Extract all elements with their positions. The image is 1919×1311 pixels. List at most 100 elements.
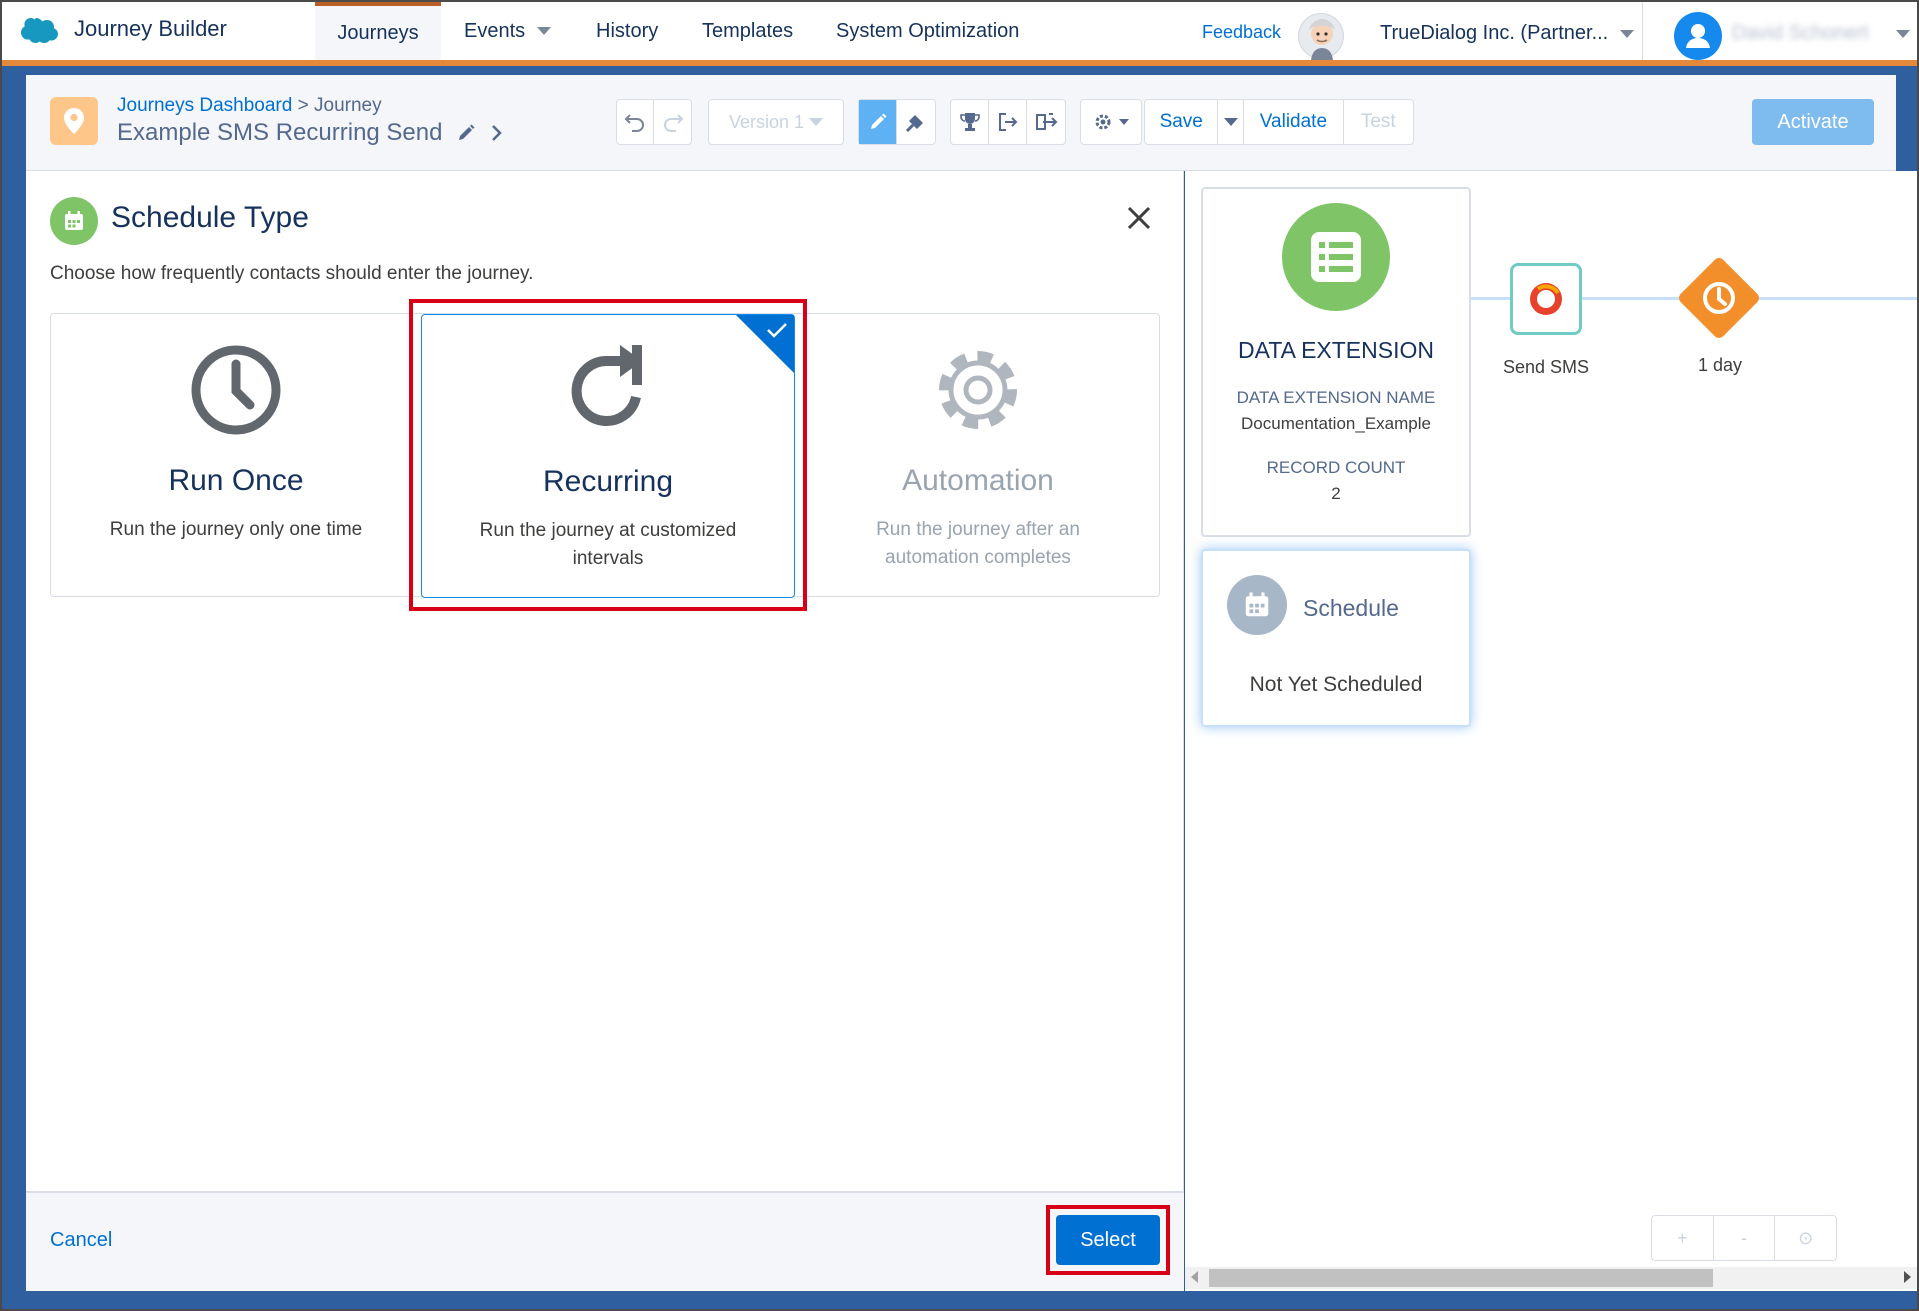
validate-button[interactable]: Validate: [1244, 100, 1344, 144]
de-name-value: Documentation_Example: [1241, 414, 1431, 433]
send-sms-activity[interactable]: [1510, 263, 1582, 335]
option-description: Run the journey only one time: [109, 519, 363, 540]
save-button[interactable]: Save: [1145, 100, 1219, 144]
highlight-select: [1046, 1205, 1170, 1275]
pencil-icon[interactable]: [456, 123, 476, 143]
nav-divider: [1642, 2, 1643, 60]
schedule-title: Schedule: [1303, 595, 1399, 621]
tab-label: Journeys: [337, 21, 419, 44]
pencil-icon: [870, 113, 886, 129]
breadcrumb-separator: >: [297, 95, 309, 116]
horizontal-scrollbar[interactable]: [1185, 1267, 1917, 1289]
chevron-down-icon: [1620, 29, 1635, 38]
global-nav: Journey Builder Journeys Events History …: [2, 2, 1917, 66]
reentry-icon: [1035, 113, 1058, 130]
edit-mode-button[interactable]: [859, 100, 898, 144]
panel-title: Schedule Type: [111, 201, 309, 234]
panel-subtitle: Choose how frequently contacts should en…: [50, 263, 534, 284]
chevron-down-icon: [537, 27, 552, 35]
app-window: Journey Builder Journeys Events History …: [0, 0, 1919, 1311]
einstein-avatar-icon[interactable]: [1298, 13, 1344, 60]
mode-toggle-group: [858, 99, 936, 145]
tab-journeys[interactable]: Journeys: [315, 2, 441, 60]
tab-label: System Optimization: [836, 19, 1020, 42]
settings-menu[interactable]: [1080, 99, 1142, 145]
user-name-text: David Schonert: [1732, 22, 1869, 44]
exit-icon: [998, 113, 1017, 131]
entry-source-card[interactable]: DATA EXTENSION DATA EXTENSION NAME Docum…: [1201, 187, 1471, 537]
user-name[interactable]: David Schonert: [1732, 22, 1869, 45]
test-label: Test: [1360, 111, 1396, 132]
validate-label: Validate: [1259, 111, 1328, 132]
app-brand[interactable]: Journey Builder: [20, 14, 227, 44]
reentry-button[interactable]: [1027, 100, 1065, 144]
save-label: Save: [1159, 111, 1203, 132]
redo-icon: [663, 114, 683, 132]
option-automation[interactable]: Automation Run the journey after an auto…: [795, 314, 1161, 598]
trophy-icon: [959, 113, 980, 131]
breadcrumb: Journeys Dashboard > Journey: [117, 95, 382, 117]
close-icon[interactable]: [1126, 203, 1152, 237]
undo-icon: [624, 114, 644, 132]
chevron-right-icon[interactable]: [490, 123, 504, 143]
cancel-button[interactable]: Cancel: [50, 1229, 112, 1252]
tab-history[interactable]: History: [574, 2, 680, 60]
activity-label: 1 day: [1697, 355, 1743, 375]
activate-button[interactable]: Activate: [1752, 99, 1874, 145]
undo-redo-group: [616, 99, 692, 145]
scroll-left-icon[interactable]: [1191, 1271, 1198, 1283]
save-menu-button[interactable]: [1218, 100, 1245, 144]
zoom-reset-button[interactable]: ⊙: [1775, 1216, 1836, 1260]
save-validate-group: Save Validate Test: [1144, 99, 1414, 145]
entry-source-title: DATA EXTENSION: [1238, 337, 1434, 363]
chevron-down-icon: [1119, 119, 1129, 125]
scrollbar-thumb[interactable]: [1209, 1269, 1713, 1287]
goal-button[interactable]: [951, 100, 990, 144]
schedule-card[interactable]: Schedule Not Yet Scheduled: [1201, 549, 1471, 727]
test-mode-button[interactable]: [897, 100, 935, 144]
tab-events[interactable]: Events: [442, 2, 573, 60]
scroll-right-icon[interactable]: [1904, 1271, 1911, 1283]
tab-label: Templates: [702, 19, 794, 42]
test-button[interactable]: Test: [1344, 100, 1413, 144]
chevron-down-icon[interactable]: [1896, 30, 1910, 38]
zoom-in-button[interactable]: +: [1652, 1216, 1714, 1260]
journey-canvas: DATA EXTENSION DATA EXTENSION NAME Docum…: [1185, 171, 1917, 1291]
user-avatar-icon[interactable]: [1674, 12, 1722, 60]
goal-exit-group: [950, 99, 1066, 145]
gear-icon: [1095, 114, 1111, 130]
record-count-label: RECORD COUNT: [1266, 458, 1406, 477]
version-select[interactable]: Version 1: [708, 99, 844, 145]
gear-icon: [930, 342, 1026, 438]
undo-button[interactable]: [617, 100, 655, 144]
org-switcher[interactable]: TrueDialog Inc. (Partner...: [1380, 22, 1635, 45]
connector-line: [1582, 297, 1694, 300]
calendar-icon: [50, 197, 98, 245]
exit-criteria-button[interactable]: [989, 100, 1027, 144]
journey-location-icon: [50, 97, 98, 145]
journey-title-row: Example SMS Recurring Send: [117, 119, 504, 147]
chevron-down-icon: [1223, 118, 1238, 126]
sms-icon: [1530, 283, 1562, 315]
redo-button[interactable]: [654, 100, 691, 144]
org-name: TrueDialog Inc. (Partner...: [1380, 22, 1609, 44]
option-run-once[interactable]: Run Once Run the journey only one time: [51, 314, 421, 598]
panel-footer: Cancel Select: [26, 1191, 1184, 1291]
zoom-out-button[interactable]: -: [1714, 1216, 1776, 1260]
breadcrumb-journeys-dashboard[interactable]: Journeys Dashboard: [117, 95, 292, 116]
schedule-type-panel: Schedule Type Choose how frequently cont…: [26, 171, 1184, 1291]
tab-label: Events: [464, 19, 526, 42]
de-name-label: DATA EXTENSION NAME: [1236, 388, 1436, 407]
clock-icon: [1695, 274, 1743, 322]
clock-icon: [188, 342, 284, 438]
journey-title: Example SMS Recurring Send: [117, 119, 443, 146]
tab-templates[interactable]: Templates: [680, 2, 815, 60]
activity-label: Send SMS: [1502, 357, 1590, 377]
option-title: Run Once: [168, 464, 304, 497]
version-label: Version 1: [729, 111, 805, 132]
record-count-value: 2: [1331, 484, 1341, 503]
tab-system-optimization[interactable]: System Optimization: [814, 2, 1041, 60]
feedback-link[interactable]: Feedback: [1202, 22, 1281, 43]
salesforce-cloud-icon: [21, 18, 58, 43]
journey-toolbar: Journeys Dashboard > Journey Example SMS…: [26, 75, 1896, 171]
